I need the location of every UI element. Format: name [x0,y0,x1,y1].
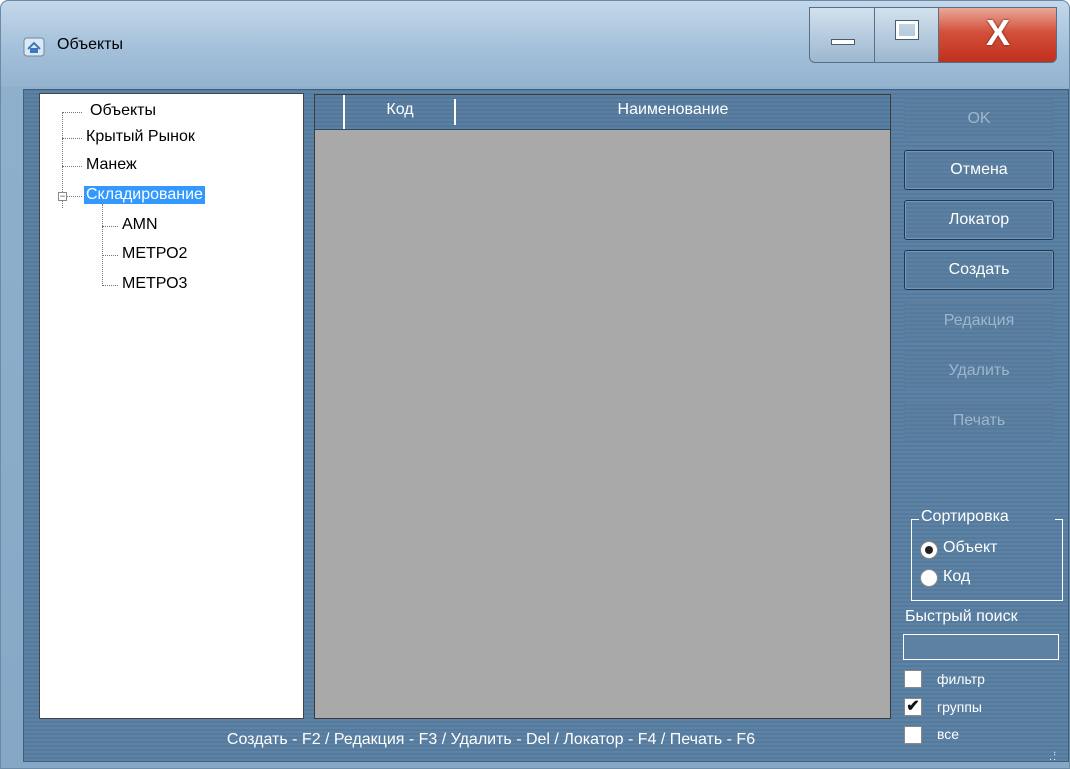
tree-line [62,166,82,167]
sort-radio-code[interactable] [920,569,938,587]
grid-header: Код Наименование [315,95,890,130]
hotkeys-status: Создать - F2 / Редакция - F3 / Удалить -… [226,731,756,748]
tree-item-warehousing[interactable]: Складирование [84,186,205,204]
minimize-button[interactable] [809,7,875,63]
app-icon [23,37,45,57]
tree-line [62,138,82,139]
filter-checkbox[interactable] [904,670,922,688]
column-separator[interactable] [454,99,456,125]
minimize-icon [831,39,855,45]
title-bar[interactable]: Объекты X [1,1,1069,87]
delete-button[interactable]: Удалить [904,351,1054,391]
groups-checkbox[interactable]: ✔ [904,698,922,716]
tree-line [102,255,118,256]
print-button[interactable]: Печать [904,401,1054,441]
tree-item-manezh[interactable]: Манеж [84,156,139,174]
cancel-button[interactable]: Отмена [904,150,1054,190]
tree-item-amn[interactable]: AMN [120,216,160,234]
window-title: Объекты [57,36,123,53]
tree-line [102,226,118,227]
tree-item-metro2[interactable]: МЕТРО2 [120,245,189,263]
tree-line [67,196,82,197]
objects-grid[interactable]: Код Наименование [314,94,891,719]
sort-group-border [1055,519,1063,520]
maximize-button[interactable] [875,7,939,63]
sort-radio-object-label[interactable]: Объект [943,539,997,557]
quick-search-label: Быстрый поиск [905,608,1018,625]
close-button[interactable]: X [939,7,1057,63]
column-header-code[interactable]: Код [347,101,453,119]
resize-grip-icon[interactable]: . .: [1045,745,1059,763]
ok-button[interactable]: OK [904,99,1054,139]
filter-checkbox-label[interactable]: фильтр [937,671,985,687]
tree-item-covered-market[interactable]: Крытый Рынок [84,128,197,146]
edit-button[interactable]: Редакция [904,301,1054,341]
quick-search-input[interactable] [903,634,1059,660]
tree-line [102,285,118,286]
maximize-icon [895,20,919,40]
sort-radio-object[interactable] [920,541,938,559]
create-button[interactable]: Создать [904,250,1054,290]
tree-item-metro3[interactable]: МЕТРО3 [120,275,189,293]
sort-radio-code-label[interactable]: Код [943,568,970,586]
locator-button[interactable]: Локатор [904,200,1054,240]
objects-window: Объекты X − Объекты Крытый Рынок Манеж С… [0,0,1070,769]
objects-tree[interactable]: − Объекты Крытый Рынок Манеж Складирован… [39,93,304,719]
row-indicator-header [315,95,345,129]
tree-line [102,204,103,286]
groups-checkbox-label[interactable]: группы [937,699,982,715]
column-header-name[interactable]: Наименование [457,101,889,119]
sort-group-border [911,519,919,520]
sort-group-label: Сортировка [921,508,1009,525]
collapse-icon[interactable]: − [58,192,67,201]
tree-line [62,112,82,113]
close-icon: X [985,12,1010,53]
sort-group [911,519,1063,601]
tree-item-objects[interactable]: Объекты [88,102,158,120]
